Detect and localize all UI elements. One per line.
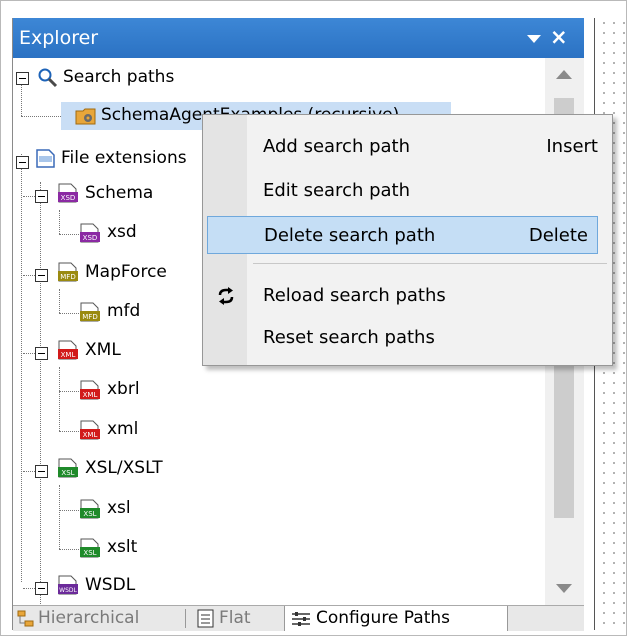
tree-line [59,289,60,313]
tab-configure-paths[interactable]: Configure Paths [284,606,508,631]
menu-item-label: Reset search paths [263,327,435,348]
svg-text:XSL: XSL [61,469,74,477]
wsdl-file-icon: WSDL [58,575,78,595]
svg-text:XSL: XSL [83,510,96,518]
file-extensions-icon [36,149,55,168]
xml-file-icon: XML [58,340,78,360]
tree-line [23,588,35,589]
tab-separator [185,609,186,628]
mfd-file-icon: MFD [58,262,78,282]
flat-list-icon [197,609,214,628]
dropdown-arrow-icon[interactable] [527,35,541,43]
tree-line [59,549,79,550]
tab-hierarchical-label: Hierarchical [38,608,140,628]
tree-node-xsl-group[interactable]: XSL/XSLT [85,454,163,482]
tree-line [59,391,79,392]
xml-file-icon: XML [80,420,100,440]
collapse-toggle[interactable] [16,72,29,85]
collapse-toggle[interactable] [16,156,29,169]
explorer-tab-bar: Hierarchical Flat Configure Paths [13,605,584,631]
tab-flat-label: Flat [219,608,251,628]
tree-node-schema[interactable]: Schema [85,179,153,207]
tree-node-search-paths[interactable]: Search paths [63,63,174,91]
xsd-file-icon: XSD [80,223,100,243]
tree-line [59,485,60,549]
reload-icon [218,287,234,305]
svg-text:MFD: MFD [60,273,75,281]
explorer-title: Explorer [19,27,99,49]
tree-node-xsl[interactable]: xsl [107,494,131,522]
xsl-file-icon: XSL [80,499,100,519]
tree-node-xml-group[interactable]: XML [85,336,121,364]
menu-item-edit-search-path[interactable]: Edit search path [203,172,612,210]
mfd-file-icon: MFD [80,302,100,322]
svg-text:WSDL: WSDL [59,587,77,594]
xml-file-icon: XML [80,380,100,400]
tree-line [23,353,35,354]
tree-node-mapforce[interactable]: MapForce [85,258,167,286]
configure-paths-icon [292,612,310,626]
tree-line [21,116,61,117]
scroll-down-arrow-icon[interactable] [556,584,572,593]
tree-node-xsd[interactable]: xsd [107,218,137,246]
tree-line [21,162,22,582]
tree-line [40,182,41,605]
tree-line [23,275,35,276]
tree-node-xml[interactable]: xml [107,415,138,443]
tree-line [59,510,79,511]
tree-node-xslt[interactable]: xslt [107,533,137,561]
xsd-file-icon: XSD [58,183,78,203]
tree-node-xbrl[interactable]: xbrl [107,375,140,403]
scroll-up-arrow-icon[interactable] [556,70,572,79]
close-icon[interactable]: × [550,25,568,49]
explorer-titlebar: Explorer × [13,18,584,58]
tree-line [59,367,60,431]
tree-line [59,234,79,235]
tab-configure-paths-label: Configure Paths [316,608,450,628]
tree-line [21,154,22,155]
collapse-toggle[interactable] [35,582,48,595]
svg-text:XML: XML [83,391,98,399]
menu-item-add-search-path[interactable]: Add search path Insert [203,128,612,166]
tree-node-mfd[interactable]: mfd [107,297,140,325]
tree-line [59,313,79,314]
collapse-toggle[interactable] [35,190,48,203]
xsl-file-icon: XSL [80,538,100,558]
menu-item-label: Edit search path [263,180,411,201]
menu-item-label: Delete search path [264,225,436,246]
svg-text:XSL: XSL [83,549,96,557]
tree-node-wsdl[interactable]: WSDL [85,571,135,599]
menu-separator [253,263,607,264]
menu-item-delete-search-path[interactable]: Delete search path Delete [207,216,598,254]
menu-item-label: Reload search paths [263,285,446,306]
tree-line [59,431,79,432]
svg-text:XML: XML [83,431,98,439]
folder-gear-icon [75,108,96,125]
collapse-toggle[interactable] [35,347,48,360]
svg-text:XSD: XSD [61,194,76,202]
tree-line [23,196,35,197]
menu-item-shortcut: Insert [546,136,598,157]
hierarchical-icon [17,610,34,627]
tree-node-file-extensions[interactable]: File extensions [61,144,187,172]
menu-item-reload-search-paths[interactable]: Reload search paths [203,277,612,315]
menu-item-shortcut: Delete [528,225,588,246]
svg-text:MFD: MFD [82,313,97,321]
tree-line [59,210,60,234]
tree-line [23,471,35,472]
xsl-file-icon: XSL [58,458,78,478]
context-menu: Add search path Insert Edit search path … [202,114,613,366]
search-icon [38,68,58,88]
svg-text:XML: XML [61,351,76,359]
collapse-toggle[interactable] [35,269,48,282]
menu-item-label: Add search path [263,136,411,157]
menu-item-reset-search-paths[interactable]: Reset search paths [203,319,612,357]
collapse-toggle[interactable] [35,465,48,478]
svg-text:XSD: XSD [83,234,98,242]
